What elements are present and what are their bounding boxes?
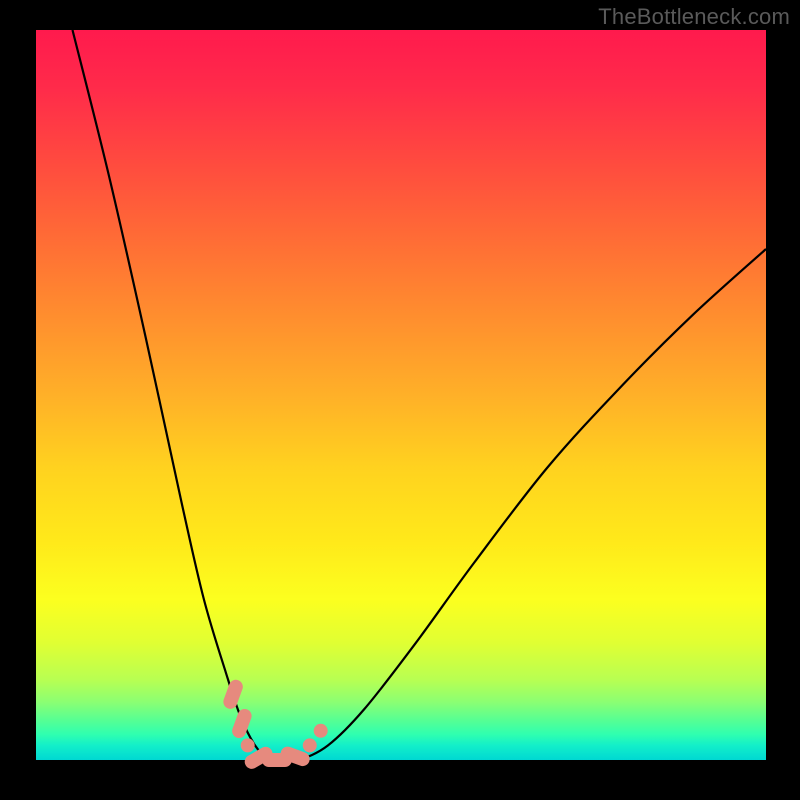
bottleneck-curve: [36, 30, 766, 760]
curve-line: [73, 30, 767, 761]
marker-dot: [303, 738, 317, 752]
marker-pill: [221, 678, 244, 711]
curve-markers: [221, 678, 327, 772]
watermark-text: TheBottleneck.com: [598, 4, 790, 30]
chart-frame: TheBottleneck.com: [0, 0, 800, 800]
plot-area: [36, 30, 766, 760]
marker-dot: [241, 738, 255, 752]
marker-dot: [314, 724, 328, 738]
